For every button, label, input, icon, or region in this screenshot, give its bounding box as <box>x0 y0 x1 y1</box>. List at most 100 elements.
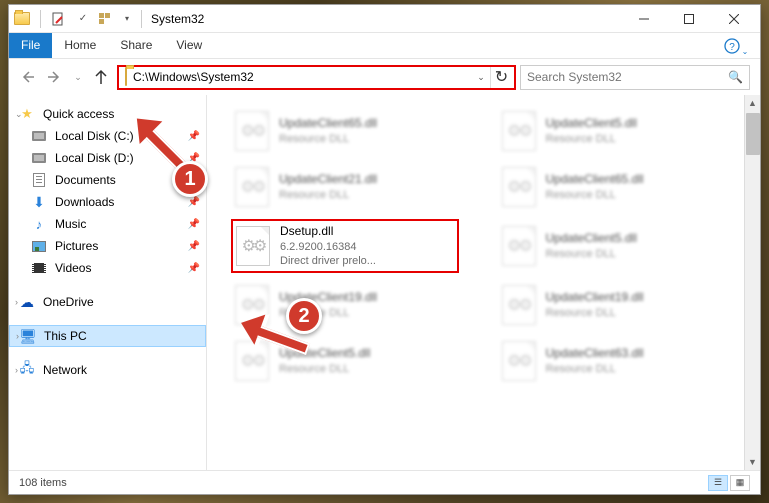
dll-icon: ⚙⚙ <box>502 167 536 207</box>
file-item[interactable]: ⚙⚙UpdateClient19.dllResource DLL <box>498 281 753 329</box>
file-item[interactable]: ⚙⚙UpdateClient5.dllResource DLL <box>498 219 753 273</box>
sidebar-label: Downloads <box>55 195 114 209</box>
pin-icon: 📌 <box>188 197 200 208</box>
disk-icon <box>31 150 47 166</box>
pin-icon: 📌 <box>188 241 200 252</box>
tab-view[interactable]: View <box>164 33 214 58</box>
sidebar: ⌄★Quick access Local Disk (C:) 📌 Local Di… <box>9 95 207 470</box>
sidebar-item-videos[interactable]: Videos 📌 <box>9 257 206 279</box>
file-item[interactable]: ⚙⚙UpdateClient5.dllResource DLL <box>498 107 753 155</box>
file-item[interactable]: ⚙⚙UpdateClient63.dllResource DLL <box>498 337 753 385</box>
annotation-marker-2: 2 <box>286 298 322 334</box>
titlebar: ▾ System32 <box>9 5 760 33</box>
cloud-icon: ☁ <box>19 294 35 310</box>
pictures-icon <box>31 238 47 254</box>
sidebar-label: Pictures <box>55 239 98 253</box>
sidebar-label: Documents <box>55 173 116 187</box>
pin-icon: 📌 <box>188 263 200 274</box>
sidebar-label: Local Disk (D:) <box>55 151 134 165</box>
address-path[interactable]: C:\Windows\System32 <box>131 70 472 84</box>
sidebar-label: OneDrive <box>43 295 94 309</box>
maximize-button[interactable] <box>666 5 711 32</box>
dll-icon: ⚙⚙ <box>236 226 270 266</box>
file-item[interactable]: ⚙⚙UpdateClient65.dllResource DLL <box>231 107 486 155</box>
recent-dropdown[interactable]: ⌄ <box>71 65 85 89</box>
address-dropdown-icon[interactable]: ⌄ <box>472 72 490 83</box>
annotation-marker-1: 1 <box>172 161 208 197</box>
file-version: 6.2.9200.16384 <box>280 240 376 254</box>
sidebar-onedrive[interactable]: ›☁OneDrive <box>9 291 206 313</box>
sidebar-label: Quick access <box>43 107 114 121</box>
sidebar-network[interactable]: ›🖧Network <box>9 359 206 381</box>
file-item[interactable]: ⚙⚙UpdateClient21.dllResource DLL <box>231 163 486 211</box>
scroll-up-icon[interactable]: ▲ <box>745 95 760 111</box>
file-name: Dsetup.dll <box>280 224 376 240</box>
sidebar-item-pictures[interactable]: Pictures 📌 <box>9 235 206 257</box>
dll-icon: ⚙⚙ <box>502 111 536 151</box>
qat-check-icon[interactable] <box>74 10 92 28</box>
sidebar-quick-access[interactable]: ⌄★Quick access <box>9 103 206 125</box>
dll-icon: ⚙⚙ <box>502 341 536 381</box>
tab-file[interactable]: File <box>9 33 52 58</box>
qat-properties-icon[interactable] <box>50 10 68 28</box>
sidebar-label: Local Disk (C:) <box>55 129 134 143</box>
documents-icon <box>31 172 47 188</box>
svg-text:?: ? <box>729 42 735 53</box>
search-box[interactable]: 🔍 <box>520 65 750 90</box>
forward-button[interactable] <box>43 65 67 89</box>
address-bar[interactable]: C:\Windows\System32 ⌄ ↻ <box>117 65 516 90</box>
file-desc: Direct driver prelo... <box>280 254 376 268</box>
music-icon: ♪ <box>31 216 47 232</box>
file-item-highlighted[interactable]: ⚙⚙ Dsetup.dll 6.2.9200.16384 Direct driv… <box>231 219 459 273</box>
pc-icon: 🖥 <box>20 328 36 344</box>
up-button[interactable] <box>89 65 113 89</box>
separator <box>141 10 142 28</box>
sidebar-item-music[interactable]: ♪ Music 📌 <box>9 213 206 235</box>
scroll-down-icon[interactable]: ▼ <box>745 454 760 470</box>
dll-icon: ⚙⚙ <box>235 111 269 151</box>
tab-home[interactable]: Home <box>52 33 108 58</box>
separator <box>40 10 41 28</box>
close-button[interactable] <box>711 5 756 32</box>
sidebar-label: Network <box>43 363 87 377</box>
dll-icon: ⚙⚙ <box>235 167 269 207</box>
network-icon: 🖧 <box>19 362 35 378</box>
scroll-thumb[interactable] <box>746 113 760 155</box>
view-icons-button[interactable]: ▦ <box>730 475 750 491</box>
view-details-button[interactable]: ☰ <box>708 475 728 491</box>
dll-icon: ⚙⚙ <box>235 341 269 381</box>
sidebar-label: Videos <box>55 261 91 275</box>
refresh-button[interactable]: ↻ <box>490 67 512 88</box>
downloads-icon: ⬇ <box>31 194 47 210</box>
help-button[interactable]: ?⌄ <box>714 33 760 58</box>
file-list: ⚙⚙UpdateClient65.dllResource DLL ⚙⚙Updat… <box>207 95 760 470</box>
dll-icon: ⚙⚙ <box>502 285 536 325</box>
navbar: ⌄ C:\Windows\System32 ⌄ ↻ 🔍 <box>9 59 760 95</box>
scrollbar[interactable]: ▲ ▼ <box>744 95 760 470</box>
back-button[interactable] <box>15 65 39 89</box>
search-icon: 🔍 <box>728 70 743 84</box>
pin-icon: 📌 <box>188 219 200 230</box>
sidebar-item-downloads[interactable]: ⬇ Downloads 📌 <box>9 191 206 213</box>
qat-folder-icon[interactable] <box>13 10 31 28</box>
disk-icon <box>31 128 47 144</box>
file-item[interactable]: ⚙⚙UpdateClient5.dllResource DLL <box>231 337 486 385</box>
qat-dropdown-icon[interactable]: ▾ <box>122 14 132 23</box>
videos-icon <box>31 260 47 276</box>
explorer-window: ▾ System32 File Home Share View ?⌄ ⌄ C:\… <box>8 4 761 495</box>
statusbar: 108 items ☰ ▦ <box>9 470 760 494</box>
folder-icon <box>125 68 127 86</box>
tab-share[interactable]: Share <box>108 33 164 58</box>
dll-icon: ⚙⚙ <box>502 226 536 266</box>
sidebar-this-pc[interactable]: ›🖥This PC <box>9 325 206 347</box>
file-item[interactable]: ⚙⚙UpdateClient65.dllResource DLL <box>498 163 753 211</box>
sidebar-label: Music <box>55 217 86 231</box>
minimize-button[interactable] <box>621 5 666 32</box>
file-item[interactable]: ⚙⚙UpdateClient19.dllResource DLL <box>231 281 486 329</box>
sidebar-item-disk-c[interactable]: Local Disk (C:) 📌 <box>9 125 206 147</box>
search-input[interactable] <box>527 70 728 84</box>
ribbon: File Home Share View ?⌄ <box>9 33 760 59</box>
pin-icon: 📌 <box>188 131 200 142</box>
item-count: 108 items <box>19 477 67 489</box>
qat-view-icon[interactable] <box>98 10 116 28</box>
